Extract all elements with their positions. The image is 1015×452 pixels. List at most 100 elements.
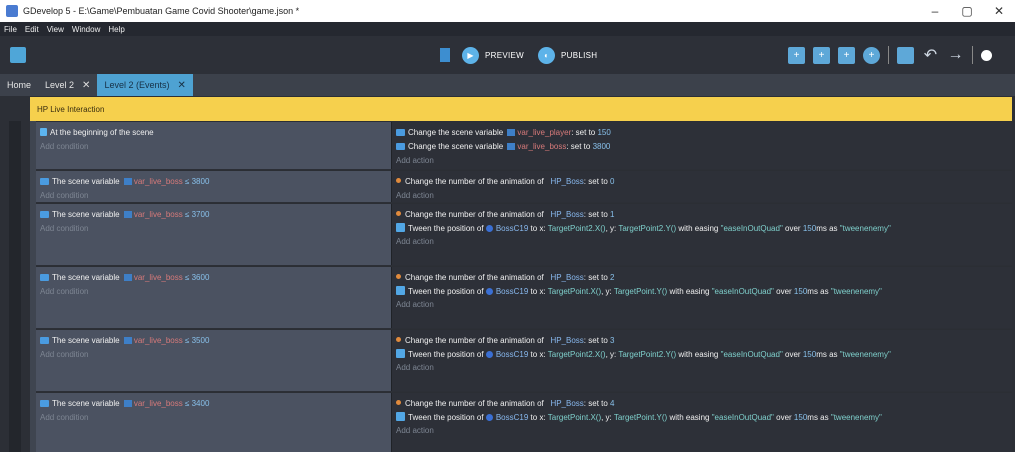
action-text: Tween the position of: [408, 350, 484, 359]
condition[interactable]: The scene variable var_live_boss ≤ 3500: [40, 334, 387, 348]
toolbar-center: ▶ PREVIEW ◐ PUBLISH: [440, 45, 611, 65]
minimize-button[interactable]: –: [919, 0, 951, 22]
animation-icon: [396, 337, 401, 342]
easing-value: "easeInOutQuad": [720, 224, 783, 233]
menu-help[interactable]: Help: [108, 25, 124, 34]
condition[interactable]: The scene variable var_live_boss ≤ 3800: [40, 175, 387, 189]
actions-panel[interactable]: Change the number of the animation of HP…: [391, 267, 1012, 328]
tween-icon: [396, 412, 405, 421]
add-condition-link[interactable]: Add condition: [40, 348, 387, 362]
condition-text: The scene variable: [52, 177, 120, 186]
action[interactable]: Change the number of the animation of HP…: [396, 271, 1008, 285]
actions-panel[interactable]: Change the number of the animation of HP…: [391, 330, 1012, 391]
variable-icon: [396, 143, 405, 150]
variable-icon: [40, 400, 49, 407]
menu-edit[interactable]: Edit: [25, 25, 39, 34]
variable-icon: [40, 211, 49, 218]
add-subevent-icon[interactable]: +: [813, 46, 830, 64]
publish-button[interactable]: PUBLISH: [561, 51, 597, 60]
expression: TargetPoint2.Y(): [618, 224, 677, 233]
event-row[interactable]: The scene variable var_live_boss ≤ 3800 …: [36, 170, 1012, 202]
action[interactable]: Change the number of the animation of HP…: [396, 175, 1008, 189]
preview-button[interactable]: PREVIEW: [485, 51, 524, 60]
add-action-link[interactable]: Add action: [396, 424, 1008, 438]
event-row[interactable]: The scene variable var_live_boss ≤ 3700 …: [36, 203, 1012, 265]
conditions-panel[interactable]: The scene variable var_live_boss ≤ 3800 …: [36, 171, 391, 202]
menu-view[interactable]: View: [47, 25, 64, 34]
condition[interactable]: The scene variable var_live_boss ≤ 3400: [40, 397, 387, 411]
editor-tabs: Home Level 2 ✕ Level 2 (Events) ✕: [0, 74, 1015, 96]
preview-icon[interactable]: ▶: [462, 46, 479, 64]
conditions-panel[interactable]: The scene variable var_live_boss ≤ 3700 …: [36, 204, 391, 265]
project-manager-icon[interactable]: [10, 47, 26, 63]
menu-window[interactable]: Window: [72, 25, 100, 34]
add-comment-icon[interactable]: +: [838, 46, 855, 64]
event-row[interactable]: The scene variable var_live_boss ≤ 3400 …: [36, 392, 1012, 452]
event-group-header[interactable]: HP Live Interaction: [30, 97, 1012, 121]
action[interactable]: Change the number of the animation of HP…: [396, 397, 1008, 411]
undo-icon[interactable]: ↶: [922, 47, 939, 64]
action[interactable]: Tween the position of BossC19 to x: Targ…: [396, 222, 1008, 235]
action-text: Change the number of the animation of: [405, 177, 544, 186]
actions-panel[interactable]: Change the number of the animation of HP…: [391, 171, 1012, 202]
expression: TargetPoint.X(): [547, 413, 602, 422]
value: 1: [610, 210, 615, 219]
event-row[interactable]: At the beginning of the scene Add condit…: [36, 121, 1012, 169]
menu-file[interactable]: File: [4, 25, 17, 34]
action[interactable]: Tween the position of BossC19 to x: Targ…: [396, 411, 1008, 424]
add-condition-link[interactable]: Add condition: [40, 189, 387, 203]
actions-panel[interactable]: Change the scene variable var_live_playe…: [391, 122, 1012, 169]
conditions-panel[interactable]: The scene variable var_live_boss ≤ 3600 …: [36, 267, 391, 328]
animation-icon: [396, 274, 401, 279]
condition[interactable]: At the beginning of the scene: [40, 126, 387, 140]
conditions-panel[interactable]: At the beginning of the scene Add condit…: [36, 122, 391, 169]
add-action-link[interactable]: Add action: [396, 298, 1008, 312]
scene-settings-icon[interactable]: [897, 46, 914, 64]
more-icon[interactable]: [981, 49, 992, 61]
tab-home[interactable]: Home: [0, 74, 38, 96]
add-condition-link[interactable]: Add condition: [40, 222, 387, 236]
condition[interactable]: The scene variable var_live_boss ≤ 3600: [40, 271, 387, 285]
add-condition-link[interactable]: Add condition: [40, 140, 387, 154]
easing-value: "easeInOutQuad": [711, 413, 774, 422]
redo-icon[interactable]: →: [947, 46, 964, 64]
tab-level-2-events[interactable]: Level 2 (Events) ✕: [97, 74, 193, 96]
add-action-link[interactable]: Add action: [396, 235, 1008, 249]
close-window-button[interactable]: ✕: [983, 0, 1015, 22]
object-name: BossC19: [495, 413, 529, 422]
action[interactable]: Change the number of the animation of HP…: [396, 208, 1008, 222]
add-action-link[interactable]: Add action: [396, 154, 1008, 168]
action[interactable]: Change the scene variable var_live_playe…: [396, 126, 1008, 140]
add-condition-link[interactable]: Add condition: [40, 411, 387, 425]
action[interactable]: Change the scene variable var_live_boss:…: [396, 140, 1008, 154]
conditions-panel[interactable]: The scene variable var_live_boss ≤ 3500 …: [36, 330, 391, 391]
object-icon: [485, 288, 493, 295]
maximize-button[interactable]: ▢: [951, 0, 983, 22]
variable-icon: [40, 274, 49, 281]
event-row[interactable]: The scene variable var_live_boss ≤ 3500 …: [36, 329, 1012, 391]
action[interactable]: Change the number of the animation of HP…: [396, 334, 1008, 348]
tab-level-2[interactable]: Level 2 ✕: [38, 74, 97, 96]
add-action-link[interactable]: Add action: [396, 189, 1008, 203]
add-event-icon[interactable]: +: [788, 46, 805, 64]
actions-panel[interactable]: Change the number of the animation of HP…: [391, 393, 1012, 452]
event-row[interactable]: The scene variable var_live_boss ≤ 3600 …: [36, 266, 1012, 328]
variable-type-icon: [123, 400, 132, 407]
close-tab-icon[interactable]: ✕: [82, 80, 90, 91]
action-text: to x:: [530, 287, 546, 296]
actions-panel[interactable]: Change the number of the animation of HP…: [391, 204, 1012, 265]
add-action-link[interactable]: Add action: [396, 361, 1008, 375]
add-condition-link[interactable]: Add condition: [40, 285, 387, 299]
condition[interactable]: The scene variable var_live_boss ≤ 3700: [40, 208, 387, 222]
variable-name: var_live_boss: [133, 399, 183, 408]
debug-icon[interactable]: [440, 48, 450, 62]
conditions-panel[interactable]: The scene variable var_live_boss ≤ 3400 …: [36, 393, 391, 452]
toolbar-right: + + + + ↶ →: [788, 45, 992, 65]
action-text: : set to: [566, 142, 593, 151]
action[interactable]: Tween the position of BossC19 to x: Targ…: [396, 348, 1008, 361]
variable-icon: [40, 337, 49, 344]
close-tab-icon[interactable]: ✕: [177, 80, 185, 91]
action[interactable]: Tween the position of BossC19 to x: Targ…: [396, 285, 1008, 298]
add-other-icon[interactable]: +: [863, 46, 880, 64]
publish-icon[interactable]: ◐: [538, 46, 555, 64]
